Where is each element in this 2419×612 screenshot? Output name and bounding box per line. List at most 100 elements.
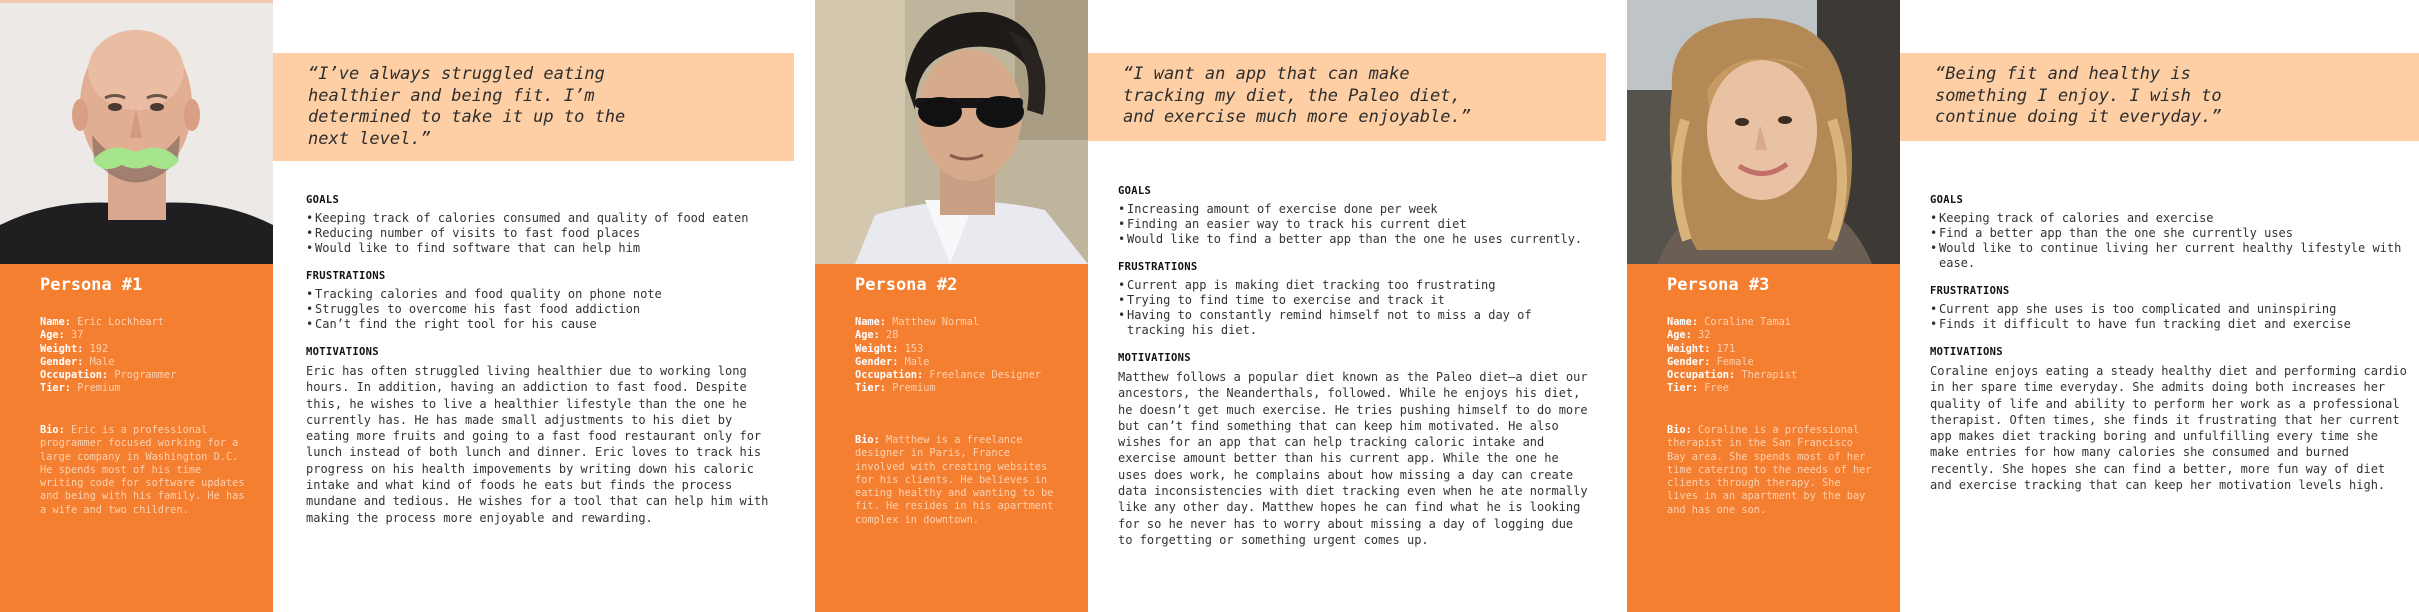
info-age-row: Age: 28 xyxy=(855,329,1065,342)
persona-bio: Bio: Matthew is a freelance designer in … xyxy=(855,434,1060,527)
info-weight-row: Weight: 192 xyxy=(40,343,250,356)
persona-quote: “I’ve always struggled eating healthier … xyxy=(308,64,626,149)
name-label: Name: xyxy=(40,316,71,328)
persona-bio: Bio: Eric is a professional programmer f… xyxy=(40,424,245,517)
list-item: Would like to continue living her curren… xyxy=(1930,241,2410,271)
persona-details-1: GOALS Keeping track of calories consumed… xyxy=(306,194,776,526)
info-name-row: Name: Matthew Normal xyxy=(855,316,1065,329)
goals-heading: GOALS xyxy=(1118,185,1152,197)
persona-card-3: Persona #3 Name: Coraline Tamai Age: 32 … xyxy=(1627,0,1900,612)
list-item: Can’t find the right tool for his cause xyxy=(306,317,776,332)
list-item: Keeping track of calories consumed and q… xyxy=(306,211,776,226)
weight-label: Weight: xyxy=(40,342,84,355)
goals-heading: GOALS xyxy=(306,194,340,206)
list-item: Trying to find time to exercise and trac… xyxy=(1118,293,1588,308)
bio-text: Coraline is a professional therapist in … xyxy=(1667,424,1872,516)
tier-label: Tier: xyxy=(1667,382,1698,395)
persona-details-3: GOALS Keeping track of calories and exer… xyxy=(1930,194,2410,493)
persona-info: Name: Coraline Tamai Age: 32 Weight: 171… xyxy=(1667,316,1877,396)
motivations-heading: MOTIVATIONS xyxy=(1930,346,2003,358)
frustrations-heading: FRUSTRATIONS xyxy=(306,270,386,282)
list-item: Would like to find software that can hel… xyxy=(306,241,776,256)
info-age-row: Age: 37 xyxy=(40,329,250,342)
motivations-text: Matthew follows a popular diet known as … xyxy=(1118,370,1588,547)
age-label: Age: xyxy=(40,329,65,342)
info-weight-row: Weight: 153 xyxy=(855,343,1065,356)
list-item: Increasing amount of exercise done per w… xyxy=(1118,202,1588,217)
persona-card-2: Persona #2 Name: Matthew Normal Age: 28 … xyxy=(815,0,1088,612)
gender-label: Gender: xyxy=(40,355,84,368)
occupation-value: Programmer xyxy=(114,369,177,382)
tier-value: Premium xyxy=(892,382,936,395)
info-tier-row: Tier: Premium xyxy=(855,382,1065,395)
frustrations-list: Current app is making diet tracking too … xyxy=(1118,278,1588,338)
persona-title: Persona #2 xyxy=(855,275,958,295)
persona-title: Persona #3 xyxy=(1667,275,1770,295)
persona-quote-box-1: “I’ve always struggled eating healthier … xyxy=(273,53,794,161)
persona-quote: “Being fit and healthy is something I en… xyxy=(1935,64,2222,127)
info-gender-row: Gender: Male xyxy=(855,356,1065,369)
persona-quote-box-2: “I want an app that can make tracking my… xyxy=(1088,53,1606,141)
info-name-row: Name: Eric Lockheart xyxy=(40,316,250,329)
gender-value: Male xyxy=(89,355,115,368)
bio-text: Matthew is a freelance designer in Paris… xyxy=(855,434,1054,526)
tier-value: Free xyxy=(1704,382,1730,395)
motivations-heading: MOTIVATIONS xyxy=(306,346,379,358)
list-item: Current app she uses is too complicated … xyxy=(1930,302,2410,317)
persona-details-2: GOALS Increasing amount of exercise done… xyxy=(1118,185,1588,548)
age-value: 37 xyxy=(71,329,84,342)
info-occupation-row: Occupation: Freelance Designer xyxy=(855,369,1065,382)
occupation-label: Occupation: xyxy=(1667,369,1736,382)
info-tier-row: Tier: Free xyxy=(1667,382,1877,395)
persona-photo-1 xyxy=(0,0,273,264)
occupation-label: Occupation: xyxy=(40,369,109,382)
persona-title: Persona #1 xyxy=(40,275,143,295)
frustrations-list: Current app she uses is too complicated … xyxy=(1930,302,2410,332)
name-value: Matthew Normal xyxy=(892,316,979,328)
gender-label: Gender: xyxy=(855,355,899,368)
bio-label: Bio: xyxy=(855,434,880,446)
info-age-row: Age: 32 xyxy=(1667,329,1877,342)
age-label: Age: xyxy=(855,329,880,342)
name-label: Name: xyxy=(855,316,886,328)
tier-value: Premium xyxy=(77,382,121,395)
goals-list: Keeping track of calories consumed and q… xyxy=(306,211,776,256)
persona-quote-box-3: “Being fit and healthy is something I en… xyxy=(1900,53,2419,141)
gender-value: Female xyxy=(1716,355,1754,368)
list-item: Finds it difficult to have fun tracking … xyxy=(1930,317,2410,332)
weight-label: Weight: xyxy=(1667,342,1711,355)
tier-label: Tier: xyxy=(855,382,886,395)
goals-list: Increasing amount of exercise done per w… xyxy=(1118,202,1588,247)
weight-value: 171 xyxy=(1716,342,1736,355)
list-item: Find a better app than the one she curre… xyxy=(1930,226,2410,241)
info-tier-row: Tier: Premium xyxy=(40,382,250,395)
persona-quote: “I want an app that can make tracking my… xyxy=(1123,64,1471,127)
occupation-value: Therapist xyxy=(1741,369,1798,382)
bio-label: Bio: xyxy=(40,424,65,436)
name-value: Coraline Tamai xyxy=(1704,316,1791,328)
persona-photo-2 xyxy=(815,0,1088,264)
weight-label: Weight: xyxy=(855,342,899,355)
info-occupation-row: Occupation: Programmer xyxy=(40,369,250,382)
persona-info: Name: Matthew Normal Age: 28 Weight: 153… xyxy=(855,316,1065,396)
gender-label: Gender: xyxy=(1667,355,1711,368)
list-item: Would like to find a better app than the… xyxy=(1118,232,1588,247)
goals-heading: GOALS xyxy=(1930,194,1964,206)
list-item: Having to constantly remind himself not … xyxy=(1118,308,1588,338)
info-gender-row: Gender: Female xyxy=(1667,356,1877,369)
list-item: Struggles to overcome his fast food addi… xyxy=(306,302,776,317)
occupation-label: Occupation: xyxy=(855,369,924,382)
persona-photo-3 xyxy=(1627,0,1900,264)
info-occupation-row: Occupation: Therapist xyxy=(1667,369,1877,382)
age-value: 32 xyxy=(1698,329,1711,342)
bio-label: Bio: xyxy=(1667,424,1692,436)
persona-card-1: Persona #1 Name: Eric Lockheart Age: 37 … xyxy=(0,0,273,612)
bio-text: Eric is a professional programmer focuse… xyxy=(40,424,245,516)
persona-bio: Bio: Coraline is a professional therapis… xyxy=(1667,424,1872,517)
motivations-heading: MOTIVATIONS xyxy=(1118,352,1191,364)
info-name-row: Name: Coraline Tamai xyxy=(1667,316,1877,329)
frustrations-list: Tracking calories and food quality on ph… xyxy=(306,287,776,332)
info-gender-row: Gender: Male xyxy=(40,356,250,369)
list-item: Tracking calories and food quality on ph… xyxy=(306,287,776,302)
list-item: Current app is making diet tracking too … xyxy=(1118,278,1588,293)
